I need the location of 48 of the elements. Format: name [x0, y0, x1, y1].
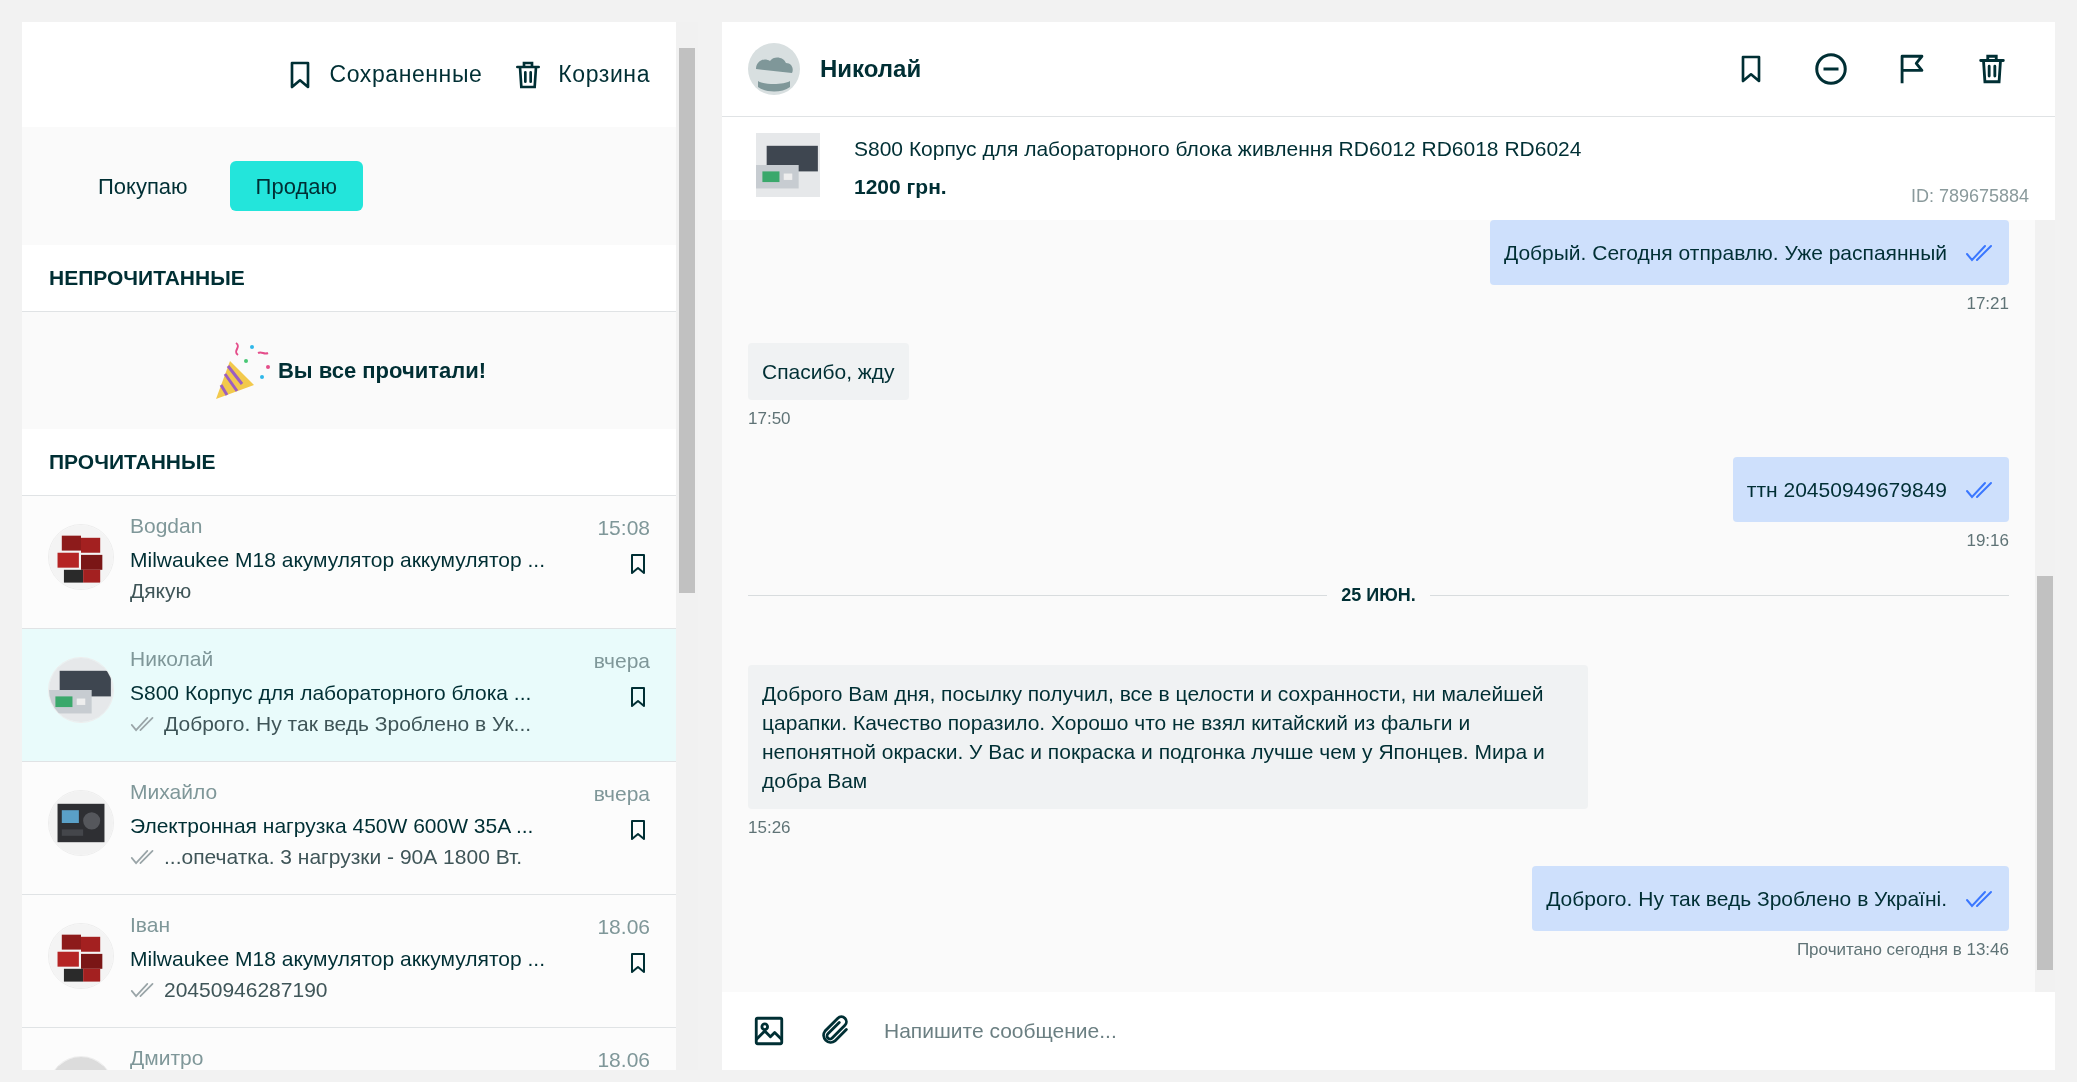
listing-title: Электронная нагрузка 450W 600W 35A ... — [130, 812, 534, 839]
image-button[interactable] — [752, 1014, 786, 1048]
message-time: Прочитано сегодня в 13:46 — [1796, 939, 2009, 961]
conversation-item[interactable]: Николай вчера S800 Корпус для лабораторного блока ... Доброго. Ну так ведь Зроблено в Ук... — [22, 629, 676, 762]
tab[interactable]: Покупаю — [72, 161, 214, 211]
message-text: Доброго Вам дня, посылку получил, все в целости и сохранности, ни малейшей царапки. Качество поразило. Хорошо что не взял китайский из фальги и непонятной окраски. У Вас и покраска и подгонка лучше чем у Японцев. Мира и добра Вам — [762, 680, 1546, 794]
last-message: Доброго. Ну так ведь Зроблено в Ук... — [164, 711, 532, 737]
avatar-icon — [748, 43, 800, 95]
message-time: 15:26 — [748, 816, 791, 839]
message-time: 17:50 — [748, 407, 791, 430]
message-time: 17:21 — [1966, 293, 2009, 315]
listing-price: 1200 грн. — [854, 173, 948, 200]
last-message: Дякую — [130, 578, 192, 604]
contact-name: Николай — [820, 54, 922, 84]
section-heading: НЕПРОЧИТАННЫЕ — [49, 265, 245, 292]
message-text: Добрый. Сегодня отправлю. Уже распаянный — [1503, 240, 1947, 266]
block-button[interactable] — [1813, 51, 1849, 87]
listing-title: S800 Корпус для лабораторного блока ... — [130, 679, 532, 706]
listing-title: Milwaukee M18 акумулятор аккумулятор ... — [130, 546, 545, 573]
conversation-time: 18.06 — [597, 914, 650, 940]
contact-name: Михайло — [130, 779, 218, 805]
contact-name: Николай — [130, 646, 214, 672]
conversation-time: 15:08 — [597, 515, 650, 541]
minus-circle-icon — [1813, 51, 1849, 87]
conversation-time: 18.06 — [597, 1047, 650, 1070]
saved-link[interactable]: Сохраненные — [283, 57, 483, 92]
contact-name: Дмитро — [130, 1045, 204, 1070]
conversation-time: вчера — [593, 648, 650, 674]
date-divider: 25 ИЮН. — [1341, 583, 1416, 607]
image-icon — [752, 1014, 786, 1048]
listing-title: Milwaukee M18 акумулятор аккумулятор ... — [130, 945, 545, 972]
trash-link[interactable]: Корзина — [512, 57, 650, 92]
message-text: ттн 20450949679849 — [1746, 477, 1947, 503]
message-text: Доброго. Ну так ведь Зроблено в Україні. — [1546, 886, 1947, 912]
message-text: Спасибо, жду — [762, 358, 895, 385]
conversation-time: вчера — [593, 781, 650, 807]
scrollbar[interactable] — [2035, 220, 2055, 992]
contact-name: Bogdan — [130, 513, 203, 539]
last-message: ...опечатка. 3 нагрузки - 90А 1800 Вт. — [164, 844, 523, 870]
last-message: 20450946287190 — [164, 977, 328, 1003]
message-time: 19:16 — [1966, 530, 2009, 552]
listing-id: ID: 789675884 — [1910, 185, 2029, 208]
section-heading: ПРОЧИТАННЫЕ — [49, 449, 216, 476]
tab[interactable]: Продаю — [229, 161, 363, 211]
contact-name: Іван — [130, 912, 171, 938]
listing-title: S800 Корпус для лабораторного блока живлення RD6012 RD6018 RD6024 — [854, 136, 1582, 162]
all-read-message: Вы все прочитали! — [277, 357, 487, 385]
message-input[interactable]: Напишите сообщение... — [884, 1015, 2025, 1047]
